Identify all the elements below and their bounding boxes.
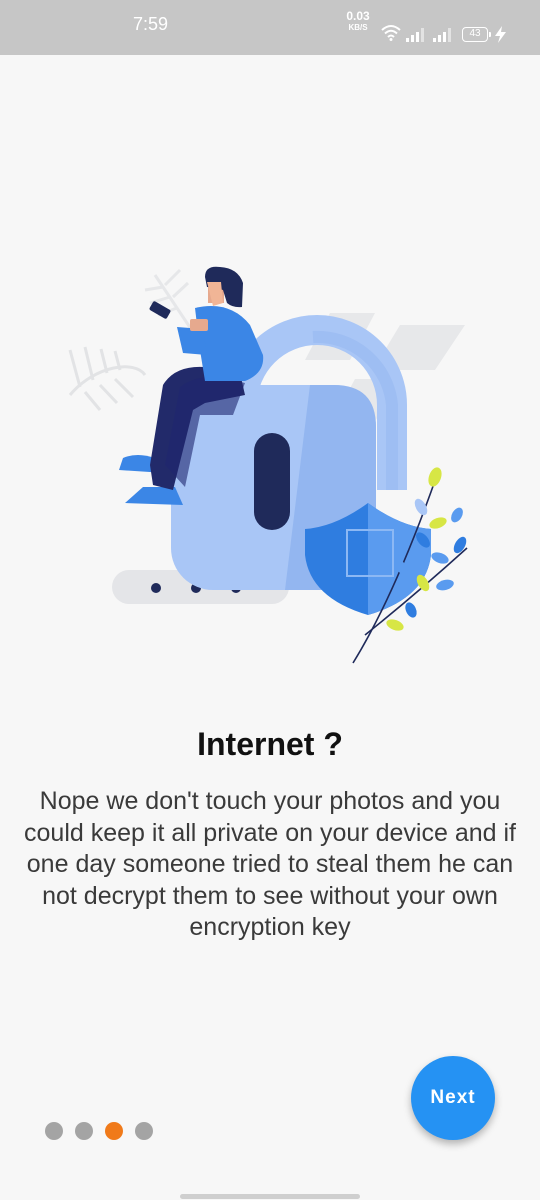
network-speed-value: 0.03: [346, 9, 370, 23]
page-dot: [135, 1122, 153, 1140]
battery-icon: 43: [462, 27, 491, 42]
network-speed: 0.03 KB/S: [345, 9, 371, 33]
battery-level: 43: [469, 28, 481, 39]
page-dot: [75, 1122, 93, 1140]
page-indicator: [45, 1122, 165, 1140]
home-indicator[interactable]: [180, 1194, 360, 1199]
next-button[interactable]: Next: [411, 1056, 495, 1140]
network-speed-unit: KB/S: [348, 23, 368, 32]
status-bar: 7:59 0.03 KB/S 43: [0, 0, 540, 55]
wifi-icon: [381, 25, 401, 41]
security-illustration: [68, 266, 468, 664]
page-dot: [45, 1122, 63, 1140]
status-time: 7:59: [133, 14, 169, 34]
signal-icon: [433, 28, 451, 42]
charging-icon: [495, 26, 506, 43]
page-description: Nope we don't touch your photos and you …: [24, 787, 516, 941]
page-dot: [105, 1122, 123, 1140]
page-title: Internet ?: [197, 726, 343, 762]
signal-icon: [406, 28, 424, 42]
